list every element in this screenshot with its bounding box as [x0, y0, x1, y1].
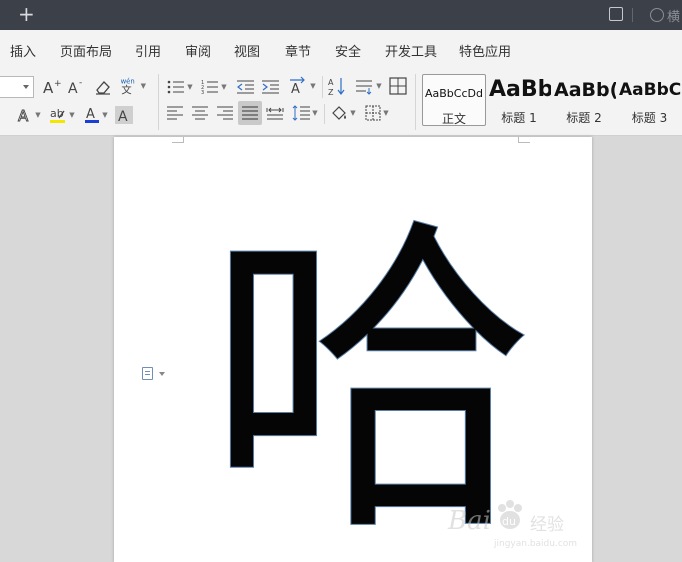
svg-text:A: A: [18, 107, 29, 124]
divider: [322, 76, 323, 98]
style-name: 标题 2: [566, 111, 602, 125]
line-spacing-options-icon[interactable]: ▼: [353, 75, 383, 97]
divider: [324, 104, 325, 124]
paste-options-icon[interactable]: [142, 367, 165, 380]
numbering-icon[interactable]: 123 ▼: [199, 77, 229, 97]
document-page[interactable]: 哈 Bai du 经验 jingyan.baidu.com: [114, 137, 592, 562]
tab-section[interactable]: 章节: [285, 41, 311, 60]
font-color-icon[interactable]: A ▼: [82, 104, 110, 126]
ribbon-toolbar: A+ A- wén文 ▼ A ▼ ab ▼ A ▼ A ▼ 123 ▼ A: [0, 68, 682, 136]
margin-marker: [172, 137, 184, 143]
sort-icon[interactable]: AZ: [326, 75, 348, 97]
style-sample: AaBb: [489, 77, 551, 102]
watermark-url: jingyan.baidu.com: [494, 539, 578, 549]
title-bar: + 横: [0, 0, 682, 30]
svg-text:A: A: [43, 79, 54, 96]
watermark-paw-text: du: [502, 515, 516, 528]
divider: [632, 8, 633, 22]
distribute-icon[interactable]: [264, 102, 286, 124]
align-center-icon[interactable]: [189, 102, 211, 124]
mode-icon[interactable]: [650, 8, 664, 22]
watermark-brand: Bai: [448, 506, 491, 536]
bullets-icon[interactable]: ▼: [165, 77, 195, 97]
style-name: 标题 3: [631, 111, 668, 125]
mode-label[interactable]: 横: [667, 6, 680, 25]
style-heading-3[interactable]: AaBbC 标题 3: [617, 74, 682, 126]
paw-icon: du: [498, 500, 522, 529]
increase-indent-icon[interactable]: [260, 77, 282, 97]
borders-icon[interactable]: ▼: [362, 102, 392, 124]
content-character: 哈: [214, 197, 534, 537]
chevron-down-icon: [159, 371, 165, 376]
margin-marker: [518, 137, 530, 143]
document-workspace: 哈 Bai du 经验 jingyan.baidu.com: [0, 137, 682, 562]
align-right-icon[interactable]: [214, 102, 236, 124]
style-sample: AaBbC: [619, 80, 682, 100]
new-tab-button[interactable]: +: [18, 3, 35, 25]
menu-bar: 插入 页面布局 引用 审阅 视图 章节 安全 开发工具 特色应用: [0, 30, 682, 68]
divider: [158, 74, 159, 130]
svg-text:A: A: [68, 81, 78, 96]
style-sample: AaBb(: [554, 79, 616, 101]
grow-font-icon[interactable]: A +: [41, 77, 63, 97]
tab-developer[interactable]: 开发工具: [385, 41, 437, 60]
shading-icon[interactable]: ▼: [328, 102, 358, 124]
style-heading-2[interactable]: AaBb( 标题 2: [552, 74, 616, 126]
svg-text:-: -: [79, 78, 82, 88]
style-name: 标题 1: [501, 111, 537, 125]
svg-text:A: A: [86, 107, 95, 122]
style-heading-1[interactable]: AaBb 标题 1: [487, 74, 551, 126]
style-normal[interactable]: AaBbCcDd 正文: [422, 74, 486, 126]
tab-insert[interactable]: 插入: [10, 41, 36, 60]
tab-view[interactable]: 视图: [234, 41, 260, 60]
svg-text:3: 3: [201, 90, 204, 94]
paste-icon: [142, 367, 153, 380]
style-gallery: AaBbCcDd 正文 AaBb 标题 1 AaBb( 标题 2 AaBbC 标…: [421, 74, 682, 130]
shrink-font-icon[interactable]: A-: [66, 77, 88, 97]
document-character: 哈: [214, 197, 534, 537]
watermark-cn: 经验: [530, 515, 564, 535]
svg-text:Z: Z: [328, 88, 334, 96]
tab-security[interactable]: 安全: [335, 41, 361, 60]
clear-format-icon[interactable]: [93, 77, 113, 97]
tab-page-layout[interactable]: 页面布局: [60, 41, 112, 60]
style-name: 正文: [441, 112, 466, 126]
baidu-jingyan-watermark: Bai du 经验 jingyan.baidu.com: [444, 498, 584, 558]
window-icon[interactable]: [609, 7, 623, 21]
align-left-icon[interactable]: [164, 102, 186, 124]
svg-text:A: A: [328, 78, 334, 87]
table-border-icon[interactable]: [387, 75, 409, 97]
svg-text:A: A: [291, 82, 300, 96]
font-size-select[interactable]: [0, 76, 34, 98]
decrease-indent-icon[interactable]: [235, 77, 257, 97]
justify-icon[interactable]: [238, 101, 262, 125]
highlight-icon[interactable]: ab ▼: [47, 104, 77, 126]
tab-review[interactable]: 审阅: [185, 41, 211, 60]
svg-text:A: A: [118, 109, 128, 124]
line-spacing-icon[interactable]: ▼: [290, 102, 320, 124]
text-direction-icon[interactable]: A ▼: [287, 75, 317, 97]
divider: [415, 74, 416, 130]
tab-special-apps[interactable]: 特色应用: [459, 41, 511, 60]
tab-references[interactable]: 引用: [135, 41, 161, 60]
phonetic-guide-icon[interactable]: wén 文 ▼: [118, 74, 146, 98]
char-shading-icon[interactable]: A: [114, 105, 134, 125]
svg-text:文: 文: [121, 84, 131, 97]
svg-text:+: +: [54, 79, 62, 89]
text-effect-icon[interactable]: A ▼: [14, 104, 44, 126]
style-sample: AaBbCcDd: [425, 87, 483, 100]
